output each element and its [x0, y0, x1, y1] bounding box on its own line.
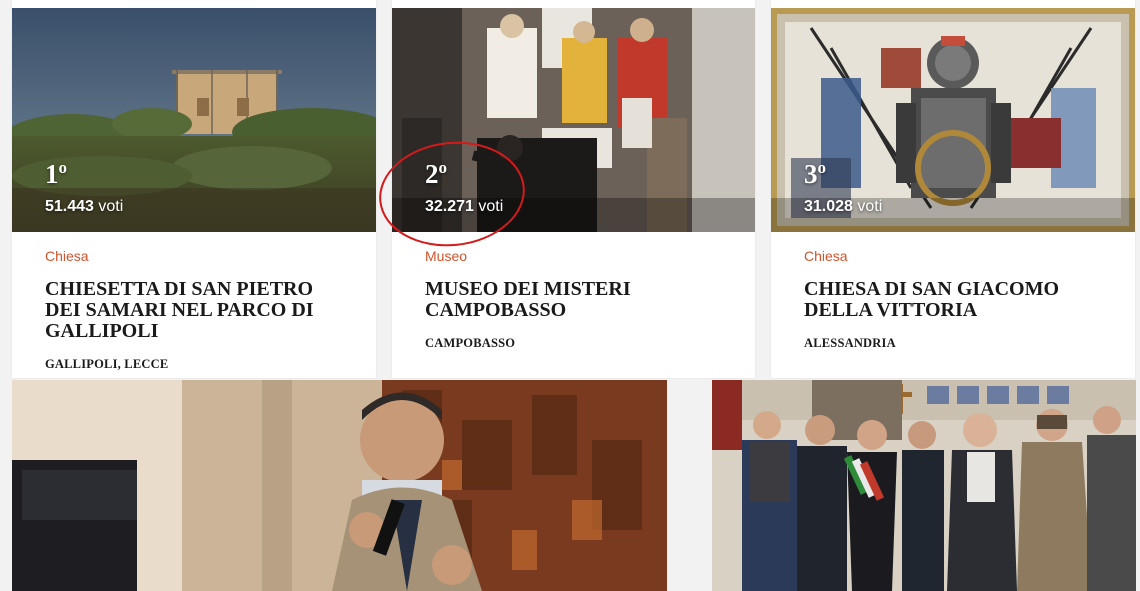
- speaker-photo[interactable]: [12, 380, 667, 591]
- card-title[interactable]: Museo dei Misteri Campobasso: [425, 279, 725, 321]
- rank-label: 1o: [45, 158, 67, 189]
- rank-label: 3o: [804, 158, 826, 189]
- rank-label: 2o: [425, 158, 447, 189]
- ranking-card-3[interactable]: 3o 31.028 voti Chiesa Chiesa di San Giac…: [771, 0, 1135, 378]
- category-label[interactable]: Chiesa: [804, 248, 848, 264]
- group-photo[interactable]: [712, 380, 1136, 591]
- card-title[interactable]: Chiesetta di San Pietro dei Samari nel P…: [45, 279, 345, 342]
- votes-label: 31.028 voti: [804, 198, 883, 215]
- votes-label: 51.443 voti: [45, 198, 124, 215]
- location-label: Gallipoli, Lecce: [45, 357, 169, 371]
- votes-label: 32.271 voti: [425, 198, 504, 215]
- category-label[interactable]: Museo: [425, 248, 467, 264]
- card-title[interactable]: Chiesa di San Giacomo della Vittoria: [804, 279, 1104, 321]
- category-label[interactable]: Chiesa: [45, 248, 89, 264]
- ranking-card-2[interactable]: 2o 32.271 voti Museo Museo dei Misteri C…: [392, 0, 755, 378]
- location-label: Alessandria: [804, 336, 896, 350]
- location-label: Campobasso: [425, 336, 516, 350]
- ranking-card-1[interactable]: 1o 51.443 voti Chiesa Chiesetta di San P…: [12, 0, 376, 378]
